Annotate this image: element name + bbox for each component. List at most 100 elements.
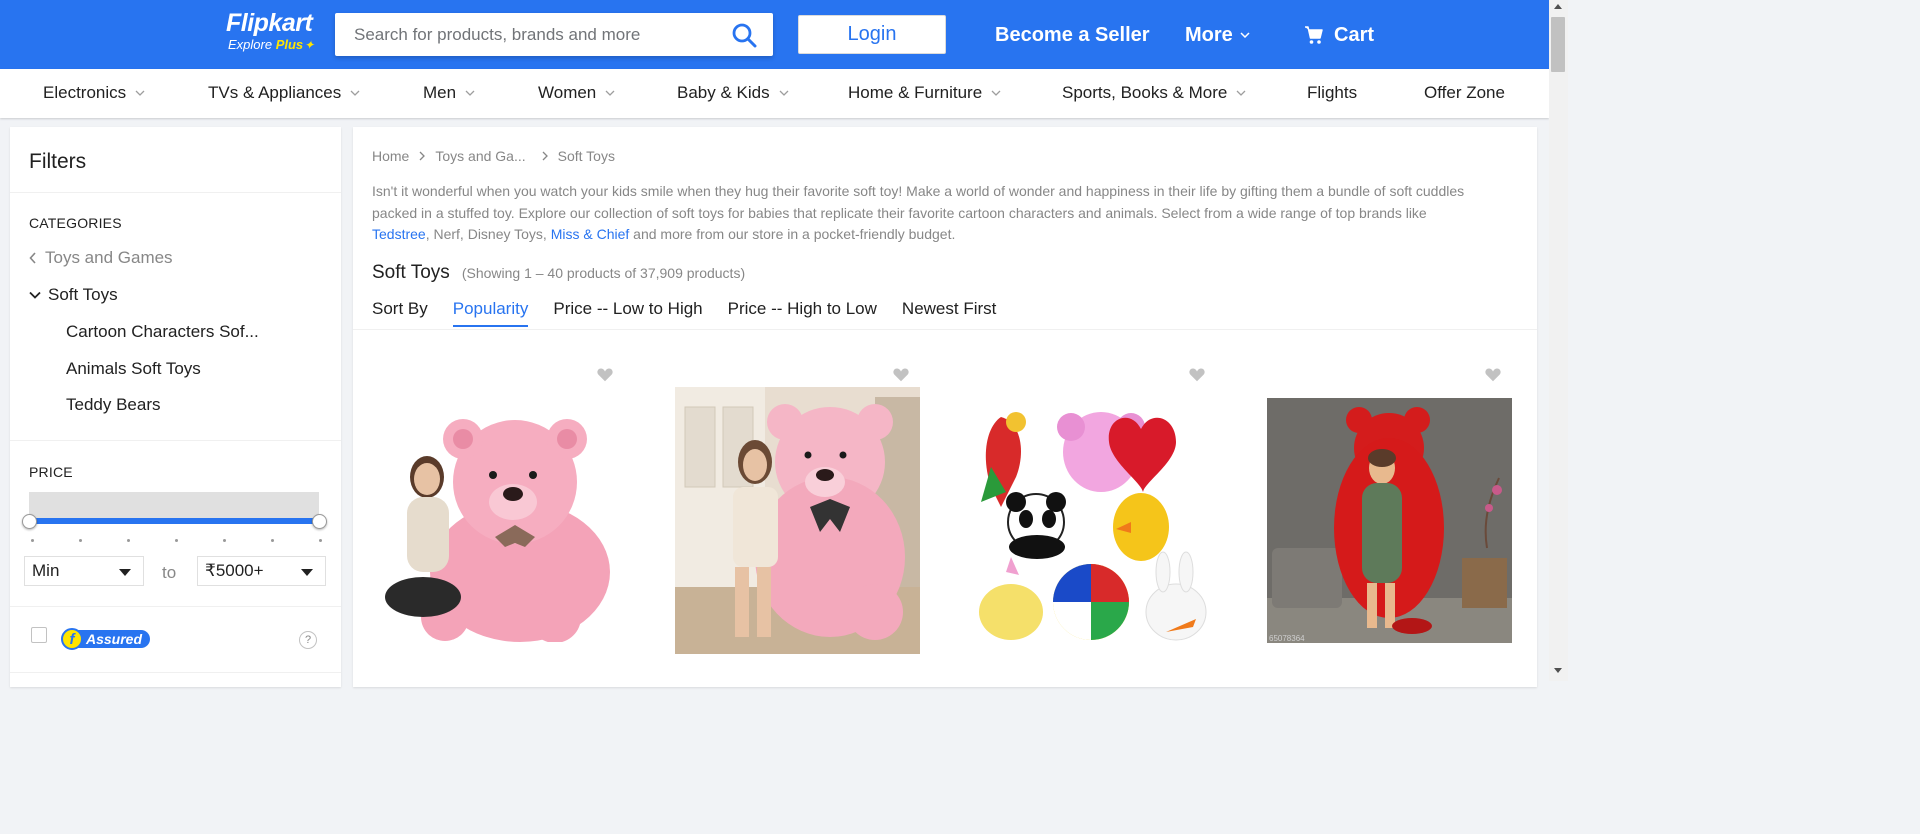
sort-bar: Sort By Popularity Price -- Low to High … (372, 299, 1021, 327)
price-to-label: to (162, 563, 177, 582)
chevron-left-icon (29, 252, 36, 264)
nav-item-women[interactable]: Women (538, 83, 615, 103)
price-slider-min-handle[interactable] (22, 514, 37, 529)
chevron-down-icon (465, 90, 475, 96)
breadcrumb-home[interactable]: Home (372, 148, 409, 164)
wishlist-heart-icon[interactable] (1484, 367, 1502, 383)
caret-down-icon (119, 569, 131, 576)
divider (353, 329, 1537, 330)
price-max-select[interactable]: ₹5000+ (197, 556, 326, 586)
page-scrollbar[interactable] (1549, 0, 1568, 681)
category-nav: Electronics TVs & Appliances Men Women B… (0, 69, 1549, 118)
subcategory-animals[interactable]: Animals Soft Toys (66, 359, 201, 379)
chevron-down-icon (991, 90, 1001, 96)
cart-icon (1305, 26, 1323, 44)
price-histogram (29, 492, 319, 518)
scroll-down-arrow-icon[interactable] (1554, 668, 1562, 673)
product-card[interactable] (649, 357, 945, 687)
breadcrumb-toys-games[interactable]: Toys and Ga... (435, 148, 525, 164)
login-button[interactable]: Login (798, 15, 946, 54)
nav-item-baby-kids[interactable]: Baby & Kids (677, 83, 789, 103)
flipkart-assured-badge: f Assured (61, 628, 151, 650)
filters-panel: Filters CATEGORIES Toys and Games Soft T… (10, 127, 341, 687)
assured-logo-icon: f (61, 628, 83, 650)
results-title: Soft Toys (372, 262, 450, 283)
sort-price-high-low[interactable]: Price -- High to Low (728, 299, 877, 325)
logo-tagline: Explore Plus✦ (228, 37, 315, 52)
parent-category-link[interactable]: Toys and Games (29, 248, 173, 268)
results-header: Soft Toys (Showing 1 – 40 products of 37… (372, 262, 745, 284)
nav-item-flights[interactable]: Flights (1307, 83, 1357, 103)
assured-label: Assured (75, 630, 151, 648)
assured-checkbox[interactable] (31, 627, 47, 643)
nav-item-men[interactable]: Men (423, 83, 475, 103)
sort-price-low-high[interactable]: Price -- Low to High (553, 299, 702, 325)
wishlist-heart-icon[interactable] (596, 367, 614, 383)
chevron-right-icon (542, 151, 548, 161)
product-card[interactable] (353, 357, 649, 687)
image-watermark: 65078364 (1269, 634, 1305, 643)
results-count: (Showing 1 – 40 products of 37,909 produ… (461, 265, 746, 281)
slider-tick (79, 539, 82, 542)
caret-down-icon (301, 569, 313, 576)
top-header: Flipkart Explore Plus✦ Login Become a Se… (0, 0, 1549, 69)
categories-heading: CATEGORIES (29, 215, 122, 231)
scrollbar-thumb[interactable] (1551, 17, 1565, 72)
slider-tick (271, 539, 274, 542)
divider (10, 192, 341, 193)
subcategory-cartoon-characters[interactable]: Cartoon Characters Sof... (66, 322, 259, 342)
chevron-down-icon (1236, 90, 1246, 96)
chevron-down-icon (135, 90, 145, 96)
tedstree-link[interactable]: Tedstree (372, 226, 426, 242)
chevron-down-icon (29, 291, 41, 299)
breadcrumb: Home Toys and Ga... Soft Toys (372, 148, 615, 164)
divider (10, 606, 341, 607)
search-icon[interactable] (731, 22, 757, 48)
logo-text: Flipkart (226, 9, 313, 37)
price-min-select[interactable]: Min (24, 556, 144, 586)
flipkart-logo[interactable]: Flipkart Explore Plus✦ (226, 10, 314, 53)
slider-tick (175, 539, 178, 542)
slider-tick (319, 539, 322, 542)
search-box (335, 13, 773, 56)
slider-tick (31, 539, 34, 542)
chevron-down-icon (605, 90, 615, 96)
scroll-up-arrow-icon[interactable] (1554, 4, 1562, 9)
price-slider-max-handle[interactable] (312, 514, 327, 529)
product-image-red-teddy[interactable]: 65078364 (1267, 398, 1512, 643)
become-seller-link[interactable]: Become a Seller (995, 22, 1150, 48)
help-icon[interactable]: ? (299, 631, 317, 649)
nav-item-electronics[interactable]: Electronics (43, 83, 145, 103)
product-image-pink-teddy-sitting[interactable] (675, 387, 920, 654)
product-image-pink-teddy[interactable] (375, 397, 625, 642)
product-card[interactable]: 65078364 (1241, 357, 1537, 687)
nav-item-home-furniture[interactable]: Home & Furniture (848, 83, 1001, 103)
wishlist-heart-icon[interactable] (892, 367, 910, 383)
cart-link[interactable]: Cart (1304, 22, 1374, 48)
sort-popularity[interactable]: Popularity (452, 299, 529, 327)
sort-by-label: Sort By (372, 299, 428, 318)
price-slider-track[interactable] (29, 518, 319, 524)
search-input[interactable] (335, 13, 715, 56)
nav-item-offer-zone[interactable]: Offer Zone (1424, 83, 1505, 103)
subcategory-teddy-bears[interactable]: Teddy Bears (66, 395, 161, 415)
wishlist-heart-icon[interactable] (1188, 367, 1206, 383)
plus-icon: ✦ (304, 38, 315, 52)
current-category[interactable]: Soft Toys (29, 285, 118, 305)
nav-item-tvs-appliances[interactable]: TVs & Appliances (208, 83, 360, 103)
filters-title: Filters (29, 150, 87, 173)
more-menu[interactable]: More (1185, 22, 1250, 48)
chevron-down-icon (1240, 32, 1250, 38)
nav-item-sports-books[interactable]: Sports, Books & More (1062, 83, 1246, 103)
divider (10, 672, 341, 673)
chevron-down-icon (779, 90, 789, 96)
chevron-down-icon (350, 90, 360, 96)
sort-newest-first[interactable]: Newest First (902, 299, 996, 325)
product-card[interactable] (945, 357, 1241, 687)
category-description: Isn't it wonderful when you watch your k… (372, 183, 1465, 242)
product-image-soft-toys-bundle[interactable] (971, 397, 1216, 642)
miss-chief-link[interactable]: Miss & Chief (551, 226, 630, 242)
slider-tick (223, 539, 226, 542)
slider-tick (127, 539, 130, 542)
divider (10, 440, 341, 441)
